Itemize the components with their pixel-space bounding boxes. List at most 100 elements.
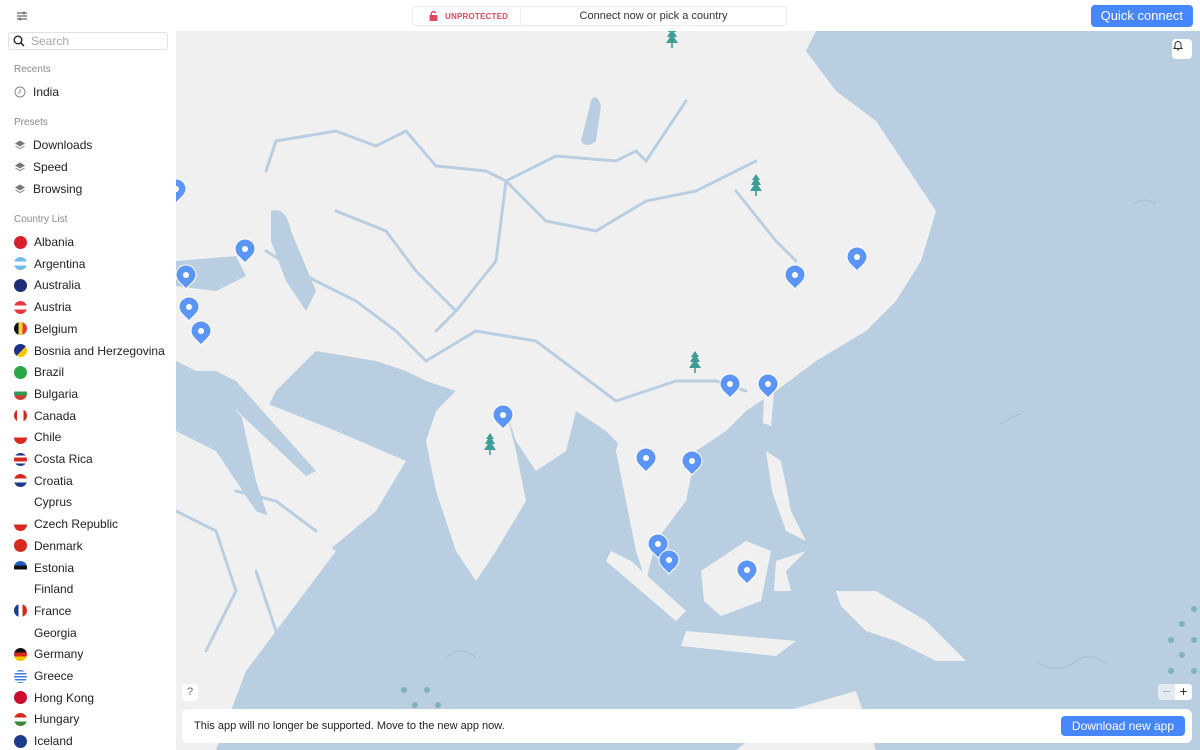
country-item-label: Austria (34, 300, 72, 315)
country-item-bosnia[interactable]: Bosnia and Herzegovina (14, 342, 165, 360)
country-item-denmark[interactable]: Denmark (14, 537, 83, 555)
country-item-label: Hong Kong (34, 690, 95, 705)
country-item-georgia[interactable]: Georgia (14, 624, 77, 642)
preset-item-browsing[interactable]: Browsing (14, 180, 82, 198)
country-item-label: Australia (34, 278, 81, 293)
flag-czech-icon (14, 517, 27, 531)
preset-item-label: Browsing (33, 182, 83, 196)
country-item-cyprus[interactable]: Cyprus (14, 493, 72, 511)
flag-cyprus-icon (14, 495, 27, 509)
country-item-finland[interactable]: Finland (14, 580, 73, 598)
country-item-label: Costa Rica (34, 452, 93, 466)
country-item-estonia[interactable]: Estonia (14, 559, 74, 577)
quick-connect-button[interactable]: Quick connect (1090, 5, 1193, 27)
country-item-bulgaria[interactable]: Bulgaria (14, 385, 78, 403)
notifications-button[interactable] (1172, 39, 1192, 59)
deprecation-banner: This app will no longer be supported. Mo… (182, 709, 1192, 743)
flag-argentina-icon (14, 257, 27, 271)
country-item-germany[interactable]: Germany (14, 645, 83, 663)
country-item-label: Bosnia and Herzegovina (34, 343, 165, 358)
settings-button[interactable] (14, 8, 30, 24)
zoom-controls: − + (1158, 684, 1192, 700)
flag-estonia-icon (14, 561, 27, 574)
map-canvas (176, 31, 1197, 750)
flag-albania-icon (14, 235, 27, 249)
banner-message: This app will no longer be supported. Mo… (194, 720, 505, 732)
flag-belgium-icon (14, 322, 27, 336)
zoom-out-button[interactable]: − (1158, 684, 1175, 700)
location-pin-icon[interactable] (658, 549, 680, 575)
preset-item-speed[interactable]: Speed (14, 158, 68, 176)
search-box[interactable] (8, 32, 168, 50)
bell-icon (1172, 41, 1184, 51)
country-item-czech[interactable]: Czech Republic (14, 515, 118, 533)
country-item-canada[interactable]: Canada (14, 407, 76, 425)
land-philippines (766, 451, 806, 541)
zoom-in-button[interactable]: + (1175, 684, 1192, 700)
country-item-chile[interactable]: Chile (14, 428, 61, 446)
flag-austria-icon (14, 300, 27, 314)
country-item-greece[interactable]: Greece (14, 667, 73, 685)
country-item-label: Finland (34, 582, 74, 597)
country-item-label: Iceland (34, 734, 73, 749)
country-item-belgium[interactable]: Belgium (14, 320, 77, 338)
country-item-label: Argentina (34, 256, 86, 271)
country-item-label: Belgium (34, 321, 78, 336)
country-item-label: Georgia (34, 625, 77, 640)
country-item-austria[interactable]: Austria (14, 298, 71, 316)
connection-status-bar[interactable]: UNPROTECTED Connect now or pick a countr… (412, 6, 787, 26)
layers-icon (15, 184, 25, 194)
status-label: UNPROTECTED (445, 11, 509, 21)
persian-gulf (316, 361, 376, 401)
flag-greece-icon (14, 669, 27, 683)
country-item-iceland[interactable]: Iceland (14, 732, 73, 750)
country-item-costa-rica[interactable]: Costa Rica (14, 450, 93, 468)
country-item-label: Hungary (34, 712, 80, 727)
country-item-label: Greece (34, 669, 74, 683)
flag-bosnia-icon (14, 344, 27, 357)
country-item-albania[interactable]: Albania (14, 233, 74, 251)
flag-france-icon (14, 604, 27, 618)
sliders-icon (17, 11, 27, 21)
flag-costa-rica-icon (14, 452, 27, 466)
help-button[interactable]: ? (182, 684, 198, 701)
country-item-australia[interactable]: Australia (14, 276, 81, 294)
country-item-label: Cyprus (34, 495, 73, 510)
country-item-label: Canada (34, 408, 77, 423)
country-item-label: Czech Republic (34, 517, 119, 532)
recent-item-india[interactable]: India (14, 83, 59, 101)
status-indicator: UNPROTECTED (413, 7, 521, 25)
dot-pattern (401, 606, 1197, 708)
clock-icon (14, 86, 26, 98)
preset-item-label: Downloads (33, 138, 93, 152)
country-item-brazil[interactable]: Brazil (14, 363, 64, 381)
flag-georgia-icon (14, 626, 27, 640)
country-item-hungary[interactable]: Hungary (14, 710, 79, 728)
flag-croatia-icon (14, 474, 27, 488)
vpn-app-window: UNPROTECTED Connect now or pick a countr… (0, 0, 1200, 750)
unlocked-padlock-icon (429, 11, 438, 21)
search-input[interactable] (31, 34, 156, 48)
country-item-label: Denmark (34, 538, 83, 553)
country-list-heading: Country List (14, 214, 68, 225)
flag-finland-icon (14, 582, 27, 596)
country-item-label: Chile (34, 430, 62, 445)
flag-bulgaria-icon (14, 387, 27, 401)
flag-australia-icon (14, 278, 27, 292)
top-bar: UNPROTECTED Connect now or pick a countr… (0, 0, 1200, 31)
world-map[interactable]: ? − + This app will no longer be support… (176, 31, 1200, 750)
flag-canada-icon (14, 409, 27, 423)
land-borneo (701, 541, 771, 616)
preset-item-downloads[interactable]: Downloads (14, 136, 92, 154)
land-sulawesi (774, 551, 806, 591)
presets-heading: Presets (14, 117, 48, 128)
layers-icon (15, 162, 25, 172)
country-item-argentina[interactable]: Argentina (14, 255, 85, 273)
flag-hungary-icon (14, 712, 27, 726)
country-item-label: Estonia (34, 560, 75, 575)
download-new-app-button[interactable]: Download new app (1060, 716, 1185, 736)
country-item-hong-kong[interactable]: Hong Kong (14, 689, 94, 707)
country-item-croatia[interactable]: Croatia (14, 472, 73, 490)
country-item-france[interactable]: France (14, 602, 71, 620)
country-item-label: Brazil (34, 365, 65, 380)
